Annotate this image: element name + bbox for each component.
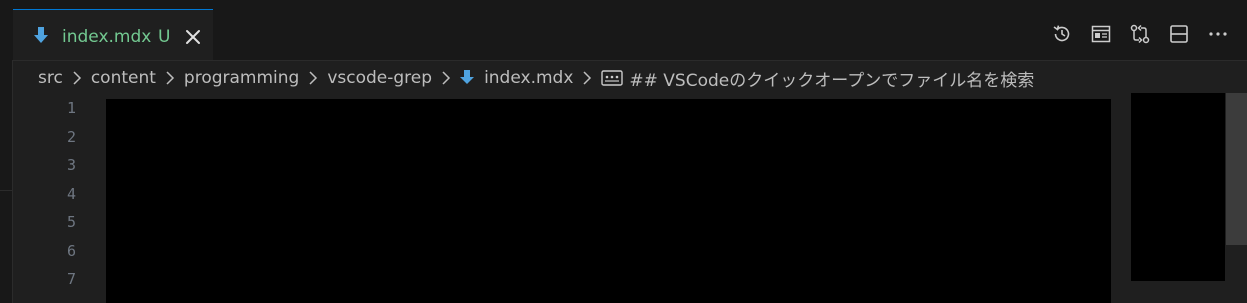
chevron-right-icon (309, 71, 318, 85)
open-preview-icon (1091, 25, 1111, 43)
editor-text-area[interactable] (106, 99, 1111, 303)
line-number: 4 (66, 185, 76, 203)
close-icon[interactable] (183, 27, 203, 47)
history-icon (1053, 25, 1070, 42)
line-number: 6 (66, 242, 76, 260)
breadcrumb-item-content[interactable]: content (91, 68, 156, 88)
breadcrumb-item-symbol[interactable]: ## VSCodeのクイックオープンでファイル名を検索 (629, 66, 1034, 91)
history-button[interactable] (1051, 23, 1073, 45)
line-number: 3 (66, 156, 76, 174)
compare-changes-icon (1130, 24, 1150, 44)
more-actions-button[interactable] (1207, 23, 1229, 45)
split-editor-button[interactable] (1168, 23, 1190, 45)
editor-tab[interactable]: index.mdx U (13, 9, 213, 60)
line-number-gutter: 1 2 3 4 5 6 7 (12, 94, 106, 303)
chevron-right-icon (166, 71, 174, 85)
line-number: 1 (66, 99, 76, 117)
editor-actions (1051, 22, 1229, 46)
breadcrumb: src content programming vscode-grep inde… (38, 64, 1034, 92)
breadcrumb-item-file[interactable]: index.mdx (484, 68, 573, 88)
tab-label: index.mdx (62, 27, 152, 47)
minimap[interactable] (1131, 93, 1225, 281)
markdown-download-icon (34, 27, 48, 43)
string-symbol-icon (601, 70, 624, 86)
breadcrumb-item-src[interactable]: src (38, 68, 63, 88)
chevron-right-icon (73, 71, 81, 85)
line-number: 2 (66, 128, 76, 146)
compare-changes-button[interactable] (1129, 23, 1151, 45)
line-number: 7 (66, 270, 76, 288)
split-editor-icon (1170, 25, 1188, 43)
untracked-status-badge: U (158, 27, 171, 47)
line-number: 5 (66, 213, 76, 231)
chevron-right-icon (583, 71, 592, 85)
vertical-scrollbar-thumb[interactable] (1226, 93, 1247, 245)
breadcrumb-item-programming[interactable]: programming (184, 68, 299, 88)
chevron-right-icon (442, 71, 451, 85)
more-actions-icon (1209, 32, 1227, 36)
editor-tab-bar: index.mdx U (12, 0, 1247, 61)
markdown-download-icon (460, 70, 475, 84)
breadcrumb-item-vscode-grep[interactable]: vscode-grep (327, 68, 432, 88)
open-preview-button[interactable] (1090, 23, 1112, 45)
